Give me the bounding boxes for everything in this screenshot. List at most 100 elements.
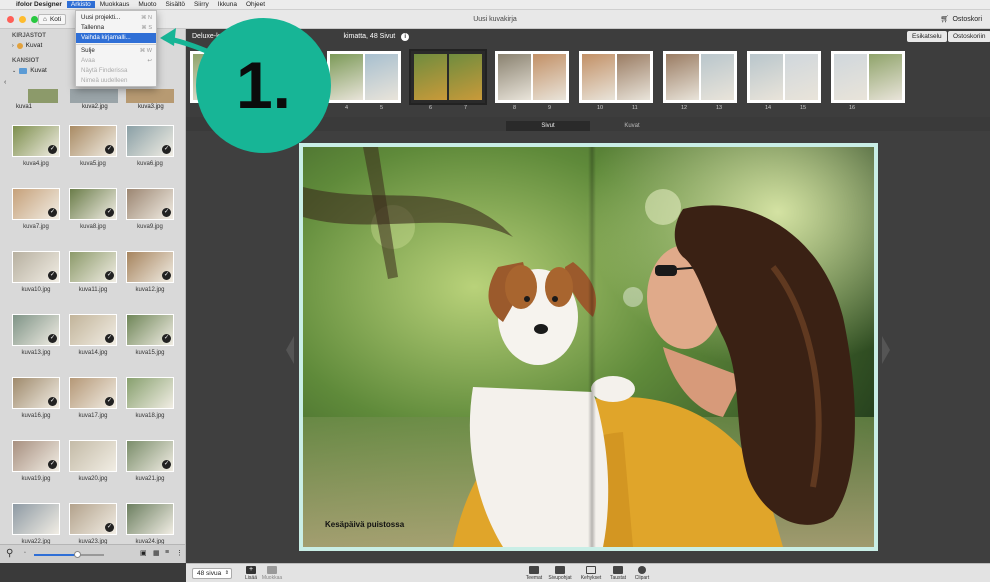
photo-thumbnail[interactable]: ✓ kuva15.jpg <box>126 314 176 356</box>
thumbnail-image: ✓ <box>126 314 174 346</box>
menu-app-name[interactable]: ifolor Designer <box>16 1 62 8</box>
menu-item-label: Sulje <box>81 47 95 54</box>
thumbnail-image: ✓ <box>126 125 174 157</box>
used-check-icon: ✓ <box>105 271 114 280</box>
libraries-heading: KIRJASTOT <box>12 33 46 39</box>
thumbnail-name: kuva5.jpg <box>80 161 106 167</box>
photo-thumbnail[interactable]: ✓ kuva6.jpg <box>126 125 176 167</box>
layouts-icon <box>555 566 565 574</box>
page-count-value: 48 sivua <box>197 570 222 577</box>
page-spread-thumbnail[interactable] <box>495 51 569 103</box>
page-spread-thumbnail[interactable] <box>327 51 401 103</box>
thumbnail-image: ✓ <box>69 503 117 535</box>
chevron-right-icon[interactable]: › <box>12 43 14 49</box>
more-options-icon[interactable]: ⋮ <box>176 549 183 557</box>
page-count-select[interactable]: 48 sivua ⇕ <box>192 568 232 579</box>
file-menu-item[interactable]: Sulje ⌘ W <box>76 46 156 56</box>
photo-thumbnail[interactable]: ✓ kuva5.jpg <box>69 125 119 167</box>
menu-ohjeet[interactable]: Ohjeet <box>246 1 265 8</box>
photo-thumbnail[interactable]: ✓ kuva13.jpg <box>12 314 62 356</box>
product-pages: kimatta, 48 Sivut <box>343 33 396 40</box>
library-item-photos[interactable]: › Kuvat <box>12 42 42 49</box>
edit-tool[interactable]: Muokkaa <box>259 566 285 581</box>
menu-muokkaus[interactable]: Muokkaus <box>100 1 130 8</box>
layouts-tool[interactable]: Sivupohjat <box>547 566 573 581</box>
spread-photo[interactable]: Kesäpäivä puistossa <box>303 147 874 547</box>
thumbnail-image[interactable] <box>70 89 118 103</box>
menu-item-label: Vaihda kirjamalli... <box>81 34 131 41</box>
bottom-toolbar: 48 sivua ⇕ + Lisää Muokkaa Teemat Sivupo… <box>186 563 990 582</box>
menu-arkisto[interactable]: Arkisto <box>66 1 95 8</box>
slider-knob[interactable] <box>74 551 82 558</box>
photo-thumbnail[interactable]: ✓ kuva16.jpg <box>12 377 62 419</box>
file-menu-item[interactable]: Uusi projekti... ⌘ N <box>76 13 156 23</box>
photo-thumbnail[interactable]: ✓ kuva19.jpg <box>12 440 62 482</box>
photo-thumbnail[interactable]: ✓ kuva23.jpg <box>69 503 119 545</box>
add-to-cart-button[interactable]: Ostoskoriin <box>948 31 990 42</box>
page-spread-thumbnail[interactable] <box>663 51 737 103</box>
photo-thumbnail[interactable]: ✓ kuva14.jpg <box>69 314 119 356</box>
photo-thumbnail[interactable]: ✓ kuva10.jpg <box>12 251 62 293</box>
photo-thumbnail[interactable]: kuva24.jpg <box>126 503 176 545</box>
thumbnail-name: kuva1 <box>16 104 33 110</box>
photo-thumbnail[interactable]: ✓ kuva9.jpg <box>126 188 176 230</box>
thumbnail-image: ✓ <box>12 125 60 157</box>
backgrounds-tool[interactable]: Taustat <box>605 566 631 581</box>
file-menu-item[interactable]: Vaihda kirjamalli... <box>76 33 156 43</box>
used-check-icon: ✓ <box>105 145 114 154</box>
photo-thumbnail[interactable]: ✓ kuva11.jpg <box>69 251 119 293</box>
page-number: 6 <box>429 105 433 111</box>
chevron-down-icon[interactable]: ⌄ <box>12 68 16 74</box>
spread-caption[interactable]: Kesäpäivä puistossa <box>325 520 404 529</box>
step-badge: 1. <box>196 18 331 153</box>
menu-item-label: Uusi projekti... <box>81 14 121 21</box>
used-check-icon: ✓ <box>162 334 171 343</box>
thumbnail-image[interactable] <box>28 89 58 103</box>
photo-thumbnail[interactable]: ✓ kuva12.jpg <box>126 251 176 293</box>
grid-view-icon[interactable]: ▦ <box>153 549 160 557</box>
thumbnail-name: kuva10.jpg <box>21 287 51 293</box>
search-icon[interactable]: ⚲ <box>6 548 13 559</box>
thumbnail-size-slider[interactable] <box>34 551 104 558</box>
page-number: 12 <box>681 105 688 111</box>
page-spread-thumbnail[interactable] <box>579 51 653 103</box>
next-spread-arrow[interactable] <box>882 336 890 364</box>
info-icon[interactable]: i <box>401 33 410 41</box>
layouts-label: Sivupohjat <box>548 575 572 581</box>
page-number: 14 <box>765 105 772 111</box>
photo-thumbnail[interactable]: kuva20.jpg <box>69 440 119 482</box>
menu-ikkuna[interactable]: Ikkuna <box>218 1 237 8</box>
photo-thumbnail[interactable]: kuva18.jpg <box>126 377 176 419</box>
tab-pages[interactable]: Sivut <box>506 121 590 131</box>
photo-thumbnail[interactable]: ✓ kuva8.jpg <box>69 188 119 230</box>
tab-photos[interactable]: Kuvat <box>590 121 674 131</box>
frames-tool[interactable]: Kehykset <box>578 566 604 581</box>
page-spread-thumbnail[interactable] <box>409 49 487 105</box>
thumbnail-name: kuva3.jpg <box>138 104 164 110</box>
preview-button[interactable]: Esikatselu <box>907 31 947 42</box>
file-menu-item[interactable]: Tallenna ⌘ S <box>76 23 156 33</box>
page-number: 7 <box>464 105 468 111</box>
thumbnail-image[interactable] <box>126 89 174 103</box>
photo-thumbnail[interactable]: ✓ kuva4.jpg <box>12 125 62 167</box>
page-spread-thumbnail[interactable] <box>747 51 821 103</box>
list-view-icon[interactable]: ≡ <box>165 549 169 556</box>
photo-thumbnail[interactable]: ✓ kuva21.jpg <box>126 440 176 482</box>
menu-sisalto[interactable]: Sisältö <box>165 1 185 8</box>
page-spread-thumbnail[interactable] <box>831 51 905 103</box>
menu-separator <box>76 44 156 45</box>
photo-thumbnail[interactable]: kuva22.jpg <box>12 503 62 545</box>
page-thumbnail <box>498 54 531 100</box>
clipart-tool[interactable]: Clipart <box>629 566 655 581</box>
previous-spread-arrow[interactable] <box>286 336 294 364</box>
themes-tool[interactable]: Teemat <box>521 566 547 581</box>
photo-thumbnail[interactable]: ✓ kuva17.jpg <box>69 377 119 419</box>
thumbnail-name: kuva12.jpg <box>135 287 165 293</box>
cart-link[interactable]: 🛒︎ Ostoskori <box>941 15 982 24</box>
collapse-arrow-icon[interactable]: ‹ <box>4 79 6 86</box>
photo-thumbnail[interactable]: ✓ kuva7.jpg <box>12 188 62 230</box>
menu-siirry[interactable]: Siirry <box>194 1 209 8</box>
themes-label: Teemat <box>525 575 543 581</box>
menu-muoto[interactable]: Muoto <box>138 1 156 8</box>
folder-item-photos[interactable]: ⌄ Kuvat <box>12 67 47 74</box>
